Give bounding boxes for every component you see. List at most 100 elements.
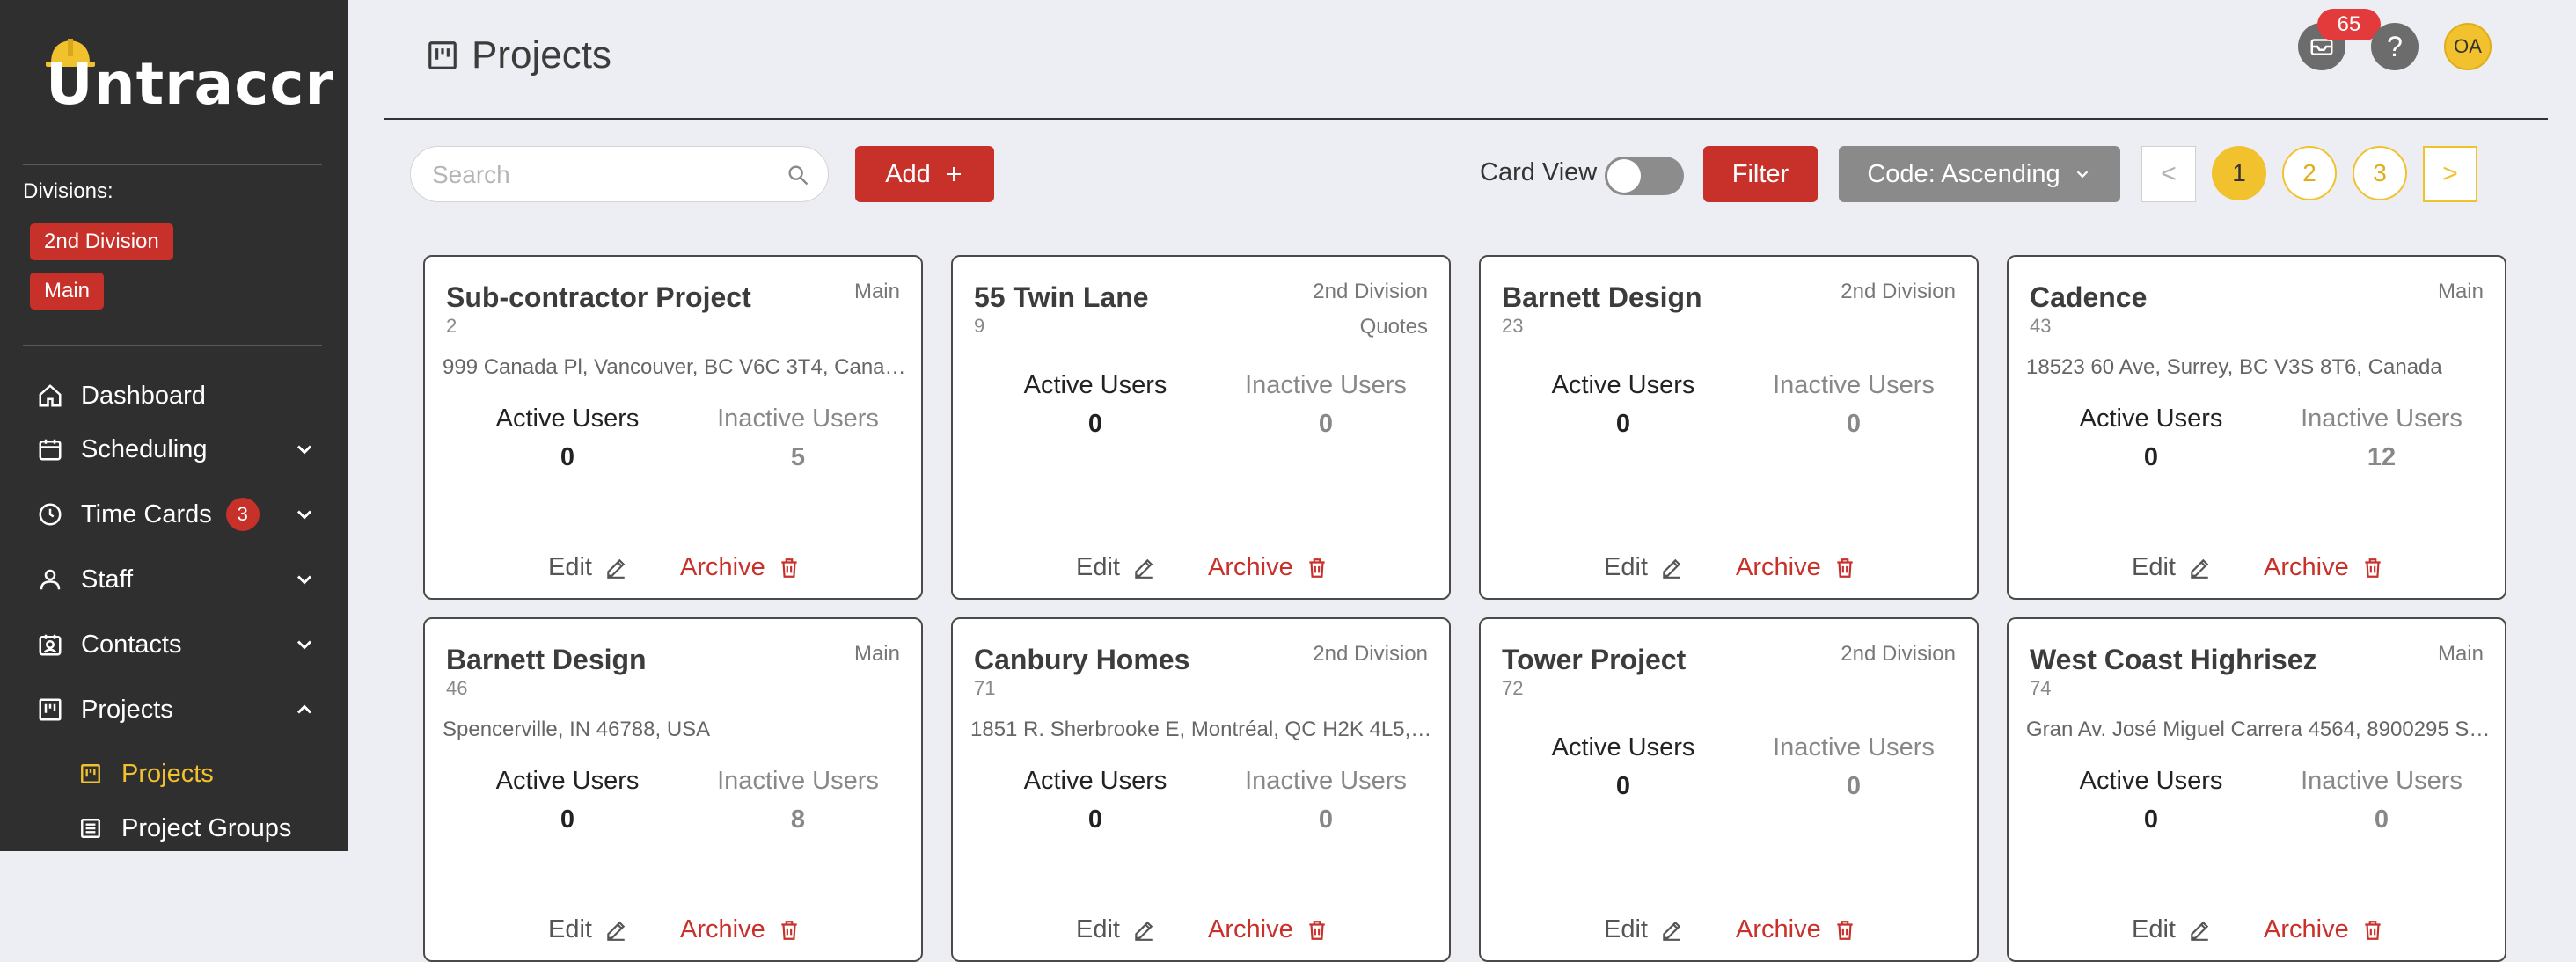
archive-label: Archive — [1736, 915, 1821, 944]
inactive-users-label: Inactive Users — [717, 767, 879, 795]
edit-button[interactable]: Edit — [2132, 553, 2211, 582]
user-avatar[interactable]: OA — [2444, 23, 2492, 70]
archive-button[interactable]: Archive — [1736, 915, 1856, 944]
sidebar-item-contacts[interactable]: Contacts — [35, 623, 317, 666]
archive-label: Archive — [680, 915, 765, 944]
active-users-label: Active Users — [495, 767, 640, 795]
chevron-down-icon[interactable] — [292, 437, 317, 462]
archive-button[interactable]: Archive — [2264, 553, 2384, 582]
pagination-page-3[interactable]: 3 — [2353, 146, 2407, 200]
active-users-count: 0 — [2143, 805, 2159, 834]
inactive-users-count: 0 — [1318, 410, 1334, 438]
inactive-users-label: Inactive Users — [2301, 767, 2463, 795]
edit-button[interactable]: Edit — [2132, 915, 2211, 944]
edit-label: Edit — [548, 553, 592, 581]
filter-button[interactable]: Filter — [1703, 146, 1818, 202]
active-users-label: Active Users — [1023, 767, 1167, 795]
inactive-users-count: 12 — [2367, 443, 2397, 471]
pagination-page-2[interactable]: 2 — [2282, 146, 2337, 200]
archive-label: Archive — [2264, 915, 2349, 944]
trash-icon — [1837, 558, 1853, 578]
active-users-label: Active Users — [2079, 404, 2223, 433]
sidebar-item-staff[interactable]: Staff — [35, 558, 317, 601]
pagination-next-button[interactable]: > — [2423, 146, 2477, 202]
sidebar-subitem-label: Projects — [121, 759, 214, 788]
division-badge-main[interactable]: Main — [30, 273, 105, 310]
sort-dropdown[interactable]: Code: Ascending — [1839, 146, 2120, 202]
edit-button[interactable]: Edit — [1604, 553, 1683, 582]
edit-button[interactable]: Edit — [1076, 915, 1155, 944]
project-tag: Quotes — [1359, 315, 1428, 339]
sidebar-item-projects[interactable]: Projects — [35, 689, 317, 731]
calendar-icon — [35, 434, 65, 464]
pagination-page-1[interactable]: 1 — [2212, 146, 2266, 200]
project-card[interactable]: West Coast Highrisez 74 Main Gran Av. Jo… — [2007, 617, 2506, 962]
archive-label: Archive — [680, 553, 765, 581]
help-button[interactable]: ? — [2371, 23, 2419, 70]
project-card[interactable]: 55 Twin Lane 9 2nd Division Quotes Activ… — [951, 255, 1451, 600]
project-address: Spencerville, IN 46788, USA — [443, 718, 711, 741]
project-card[interactable]: Canbury Homes 71 2nd Division 1851 R. Sh… — [951, 617, 1451, 962]
inactive-users-label: Inactive Users — [1773, 733, 1935, 762]
project-card[interactable]: Barnett Design 46 Main Spencerville, IN … — [423, 617, 923, 962]
pencil-icon — [1135, 558, 1153, 579]
sidebar-subitem-project-groups[interactable]: Project Groups — [79, 809, 291, 848]
inactive-users-count: 0 — [1846, 410, 1862, 438]
sidebar-item-label: Scheduling — [81, 434, 208, 463]
chevron-down-icon — [2076, 171, 2088, 179]
edit-button[interactable]: Edit — [1604, 915, 1683, 944]
archive-button[interactable]: Archive — [680, 915, 801, 944]
add-button-label: Add — [885, 159, 931, 188]
card-view-label: Card View — [1480, 158, 1598, 186]
project-card[interactable]: Sub-contractor Project 2 Main 999 Canada… — [423, 255, 923, 600]
pencil-icon — [1663, 558, 1681, 579]
edit-button[interactable]: Edit — [548, 915, 627, 944]
sidebar-item-dashboard[interactable]: Dashboard — [35, 375, 317, 417]
sidebar-divider — [23, 164, 322, 165]
project-card[interactable]: Cadence 43 Main 18523 60 Ave, Surrey, BC… — [2007, 255, 2506, 600]
search-icon[interactable] — [786, 163, 810, 187]
chevron-up-icon[interactable] — [292, 697, 317, 722]
page-title-text: Projects — [472, 33, 611, 77]
clock-icon — [35, 499, 65, 529]
project-name: 55 Twin Lane — [974, 281, 1149, 313]
project-code: 9 — [974, 315, 985, 337]
avatar-initials: OA — [2454, 35, 2482, 57]
sidebar-subitem-projects[interactable]: Projects — [79, 754, 214, 793]
archive-button[interactable]: Archive — [1208, 915, 1328, 944]
archive-button[interactable]: Archive — [1736, 553, 1856, 582]
trash-icon — [1837, 920, 1853, 940]
project-name: West Coast Highrisez — [2030, 644, 2317, 675]
active-users-count: 0 — [2143, 443, 2159, 471]
archive-label: Archive — [1208, 553, 1293, 581]
sidebar-divider — [23, 345, 322, 346]
archive-button[interactable]: Archive — [1208, 553, 1328, 582]
ontraccr-logo[interactable]: Untraccr — [46, 37, 333, 118]
notification-count-badge: 65 — [2317, 9, 2381, 40]
chevron-down-icon[interactable] — [292, 567, 317, 592]
pagination-prev-button[interactable]: < — [2141, 146, 2196, 202]
archive-button[interactable]: Archive — [2264, 915, 2384, 944]
add-project-button[interactable]: Add — [855, 146, 994, 202]
search-box[interactable] — [410, 146, 829, 202]
edit-button[interactable]: Edit — [548, 553, 627, 582]
archive-button[interactable]: Archive — [680, 553, 801, 582]
edit-button[interactable]: Edit — [1076, 553, 1155, 582]
search-input[interactable] — [430, 156, 768, 194]
inactive-users-label: Inactive Users — [1773, 371, 1935, 399]
trash-icon — [2365, 920, 2381, 940]
project-division: 2nd Division — [1841, 280, 1956, 303]
active-users-label: Active Users — [2079, 767, 2223, 795]
chevron-down-icon[interactable] — [292, 502, 317, 527]
sidebar-item-time-cards[interactable]: Time Cards 3 — [35, 493, 317, 536]
project-code: 23 — [1502, 315, 1524, 337]
card-view-toggle[interactable] — [1605, 157, 1684, 195]
logo-text: Untraccr — [46, 50, 335, 118]
chevron-down-icon[interactable] — [292, 632, 317, 657]
project-card[interactable]: Barnett Design 23 2nd Division Active Us… — [1479, 255, 1979, 600]
division-badge-2nd-division[interactable]: 2nd Division — [30, 223, 173, 260]
active-users-count: 0 — [1087, 410, 1103, 438]
sidebar-item-scheduling[interactable]: Scheduling — [35, 428, 317, 470]
trash-icon — [781, 558, 797, 578]
project-card[interactable]: Tower Project 72 2nd Division Active Use… — [1479, 617, 1979, 962]
